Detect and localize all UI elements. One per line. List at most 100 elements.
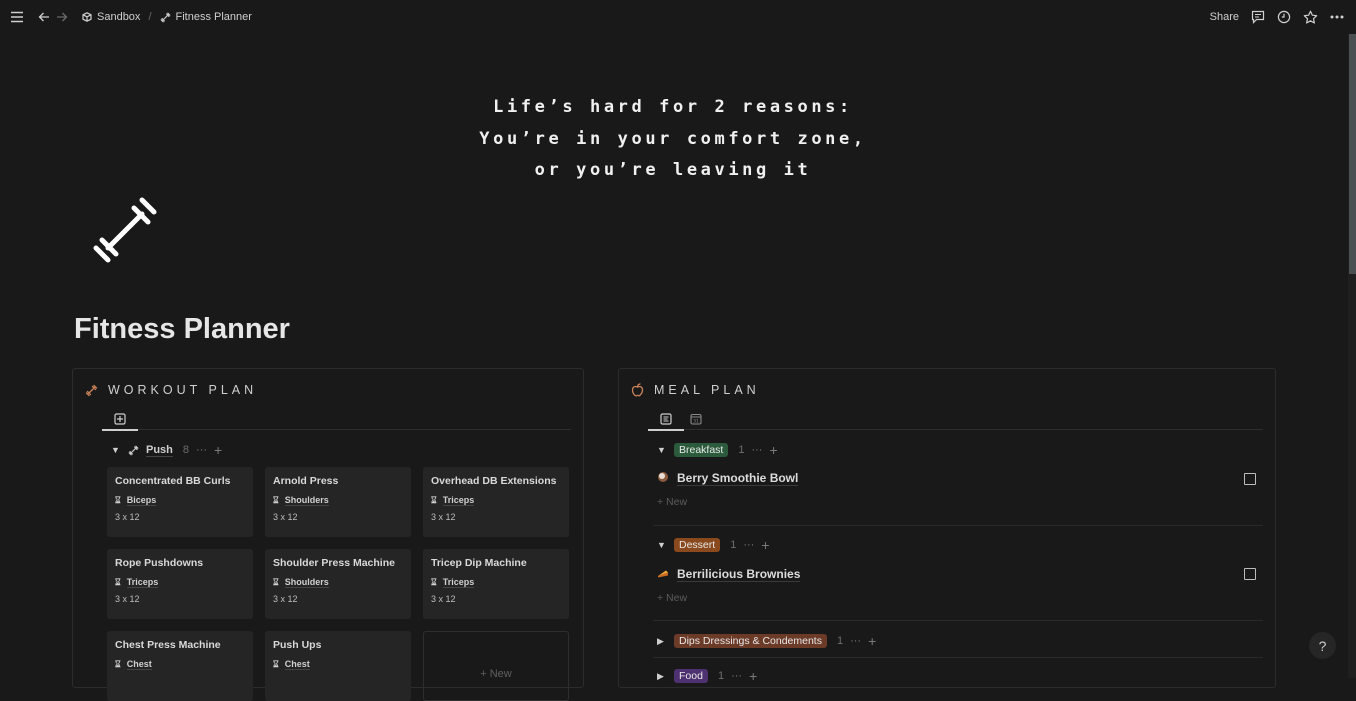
meal-item[interactable]: Berry Smoothie Bowl xyxy=(657,471,799,486)
group-tag[interactable]: Food xyxy=(674,669,708,683)
meal-item-checkbox[interactable] xyxy=(1244,568,1256,580)
dumbbell-icon xyxy=(85,384,98,397)
group-more-button[interactable]: ··· xyxy=(751,444,762,456)
meal-plan-panel: MEAL PLAN 31 ▼ Breakfast 1 ··· + Berry S… xyxy=(618,368,1276,688)
new-card-button[interactable]: + New xyxy=(423,631,569,701)
tab-calendar-view[interactable]: 31 xyxy=(683,407,709,430)
exercise-card[interactable]: Push Ups ⌛︎ Chest xyxy=(265,631,411,701)
exercise-card[interactable]: Shoulder Press Machine ⌛︎ Shoulders 3 x 1… xyxy=(265,549,411,619)
meal-item-name: Berrilicious Brownies xyxy=(677,567,801,582)
page-dumbbell-icon[interactable] xyxy=(88,192,168,272)
group-more-button[interactable]: ··· xyxy=(196,444,207,456)
meal-item-checkbox[interactable] xyxy=(1244,473,1256,485)
muscle-group: Triceps xyxy=(442,495,475,506)
caret-right-icon[interactable]: ▶ xyxy=(657,671,667,682)
caret-down-icon[interactable]: ▼ xyxy=(657,445,667,455)
meal-view-tabs: 31 xyxy=(648,407,1263,431)
exercise-name: Tricep Dip Machine xyxy=(431,557,527,569)
forward-arrow-icon[interactable] xyxy=(56,11,68,23)
breadcrumb-sandbox[interactable]: Sandbox xyxy=(82,11,140,23)
exercise-name: Push Ups xyxy=(273,639,322,651)
new-item-button[interactable]: + New xyxy=(657,496,687,508)
meal-item[interactable]: Berrilicious Brownies xyxy=(657,567,801,582)
new-item-button[interactable]: + New xyxy=(657,592,687,604)
group-more-button[interactable]: ··· xyxy=(743,539,754,551)
menu-icon[interactable] xyxy=(10,11,24,23)
exercise-name: Overhead DB Extensions xyxy=(431,475,557,487)
more-options-icon[interactable] xyxy=(1330,15,1344,19)
topbar: Sandbox / Fitness Planner Share xyxy=(0,0,1356,34)
hourglass-icon: ⌛︎ xyxy=(273,495,279,505)
hourglass-icon: ⌛︎ xyxy=(273,577,279,587)
back-arrow-icon[interactable] xyxy=(38,11,50,23)
pie-icon xyxy=(657,567,669,582)
group-more-button[interactable]: ··· xyxy=(731,670,742,682)
quote-line: You’re in your comfort zone, xyxy=(479,128,867,149)
clock-icon[interactable] xyxy=(1277,10,1291,24)
group-food-header: ▶ Food 1 ··· + xyxy=(657,668,757,684)
muscle-group: Biceps xyxy=(126,495,157,506)
tab-board-view[interactable] xyxy=(102,407,138,431)
exercise-sets: 3 x 12 xyxy=(431,594,456,604)
breadcrumb-label: Fitness Planner xyxy=(175,11,252,23)
group-push-header: ▼ Push 8 ··· + xyxy=(111,442,222,458)
group-breakfast-header: ▼ Breakfast 1 ··· + xyxy=(657,442,778,458)
tab-list-view[interactable] xyxy=(648,407,684,431)
exercise-card[interactable]: Arnold Press ⌛︎ Shoulders 3 x 12 xyxy=(265,467,411,537)
apple-icon xyxy=(631,383,644,397)
group-count: 8 xyxy=(182,444,190,456)
exercise-name: Arnold Press xyxy=(273,475,339,487)
caret-right-icon[interactable]: ▶ xyxy=(657,636,667,647)
exercise-card[interactable]: Chest Press Machine ⌛︎ Chest xyxy=(107,631,253,701)
page-scrollbar[interactable] xyxy=(1348,34,1356,678)
scrollbar-thumb[interactable] xyxy=(1349,34,1356,274)
exercise-card[interactable]: Overhead DB Extensions ⌛︎ Triceps 3 x 12 xyxy=(423,467,569,537)
cover-quote: Life’s hard for 2 reasons: You’re in you… xyxy=(0,92,1346,187)
exercise-name: Chest Press Machine xyxy=(115,639,221,651)
group-count: 1 xyxy=(717,670,725,682)
group-add-button[interactable]: + xyxy=(868,633,876,649)
group-dips-header: ▶ Dips Dressings & Condements 1 ··· + xyxy=(657,633,876,649)
exercise-sets: 3 x 12 xyxy=(115,512,140,522)
exercise-name: Concentrated BB Curls xyxy=(115,475,231,487)
workout-cards-grid: Concentrated BB Curls ⌛︎ Biceps 3 x 12 Ar… xyxy=(107,467,569,701)
muscle-group: Triceps xyxy=(126,577,159,588)
star-icon[interactable] xyxy=(1303,10,1318,25)
caret-down-icon[interactable]: ▼ xyxy=(657,540,667,550)
exercise-name: Shoulder Press Machine xyxy=(273,557,395,569)
muscle-group: Shoulders xyxy=(284,577,329,588)
group-add-button[interactable]: + xyxy=(214,442,222,458)
exercise-card[interactable]: Rope Pushdowns ⌛︎ Triceps 3 x 12 xyxy=(107,549,253,619)
exercise-card[interactable]: Concentrated BB Curls ⌛︎ Biceps 3 x 12 xyxy=(107,467,253,537)
group-label[interactable]: Push xyxy=(146,444,173,457)
caret-down-icon[interactable]: ▼ xyxy=(111,445,121,455)
breadcrumb-separator: / xyxy=(148,11,152,23)
exercise-name: Rope Pushdowns xyxy=(115,557,204,569)
exercise-card[interactable]: Tricep Dip Machine ⌛︎ Triceps 3 x 12 xyxy=(423,549,569,619)
group-add-button[interactable]: + xyxy=(749,668,757,684)
hourglass-icon: ⌛︎ xyxy=(431,495,437,505)
group-divider xyxy=(653,657,1263,658)
exercise-sets: 3 x 12 xyxy=(273,594,298,604)
quote-line: Life’s hard for 2 reasons: xyxy=(493,97,853,117)
breadcrumb-label: Sandbox xyxy=(97,11,141,23)
group-count: 1 xyxy=(836,635,844,647)
page-title[interactable]: Fitness Planner xyxy=(74,313,290,346)
comment-icon[interactable] xyxy=(1251,10,1265,24)
hourglass-icon: ⌛︎ xyxy=(115,495,121,505)
group-add-button[interactable]: + xyxy=(761,537,769,553)
group-tag[interactable]: Breakfast xyxy=(674,443,729,457)
help-button[interactable]: ? xyxy=(1309,632,1336,659)
muscle-group: Chest xyxy=(126,659,152,670)
workout-plan-heading: WORKOUT PLAN xyxy=(85,383,257,397)
group-tag[interactable]: Dessert xyxy=(674,538,721,552)
meal-plan-title: MEAL PLAN xyxy=(654,383,760,397)
group-more-button[interactable]: ··· xyxy=(850,635,861,647)
group-add-button[interactable]: + xyxy=(769,442,777,458)
exercise-sets: 3 x 12 xyxy=(115,594,140,604)
breadcrumb-fitness-planner[interactable]: Fitness Planner xyxy=(160,11,252,23)
share-button[interactable]: Share xyxy=(1210,11,1239,23)
group-dessert-header: ▼ Dessert 1 ··· + xyxy=(657,537,770,553)
group-tag[interactable]: Dips Dressings & Condements xyxy=(674,634,827,648)
meal-item-name: Berry Smoothie Bowl xyxy=(677,471,799,486)
